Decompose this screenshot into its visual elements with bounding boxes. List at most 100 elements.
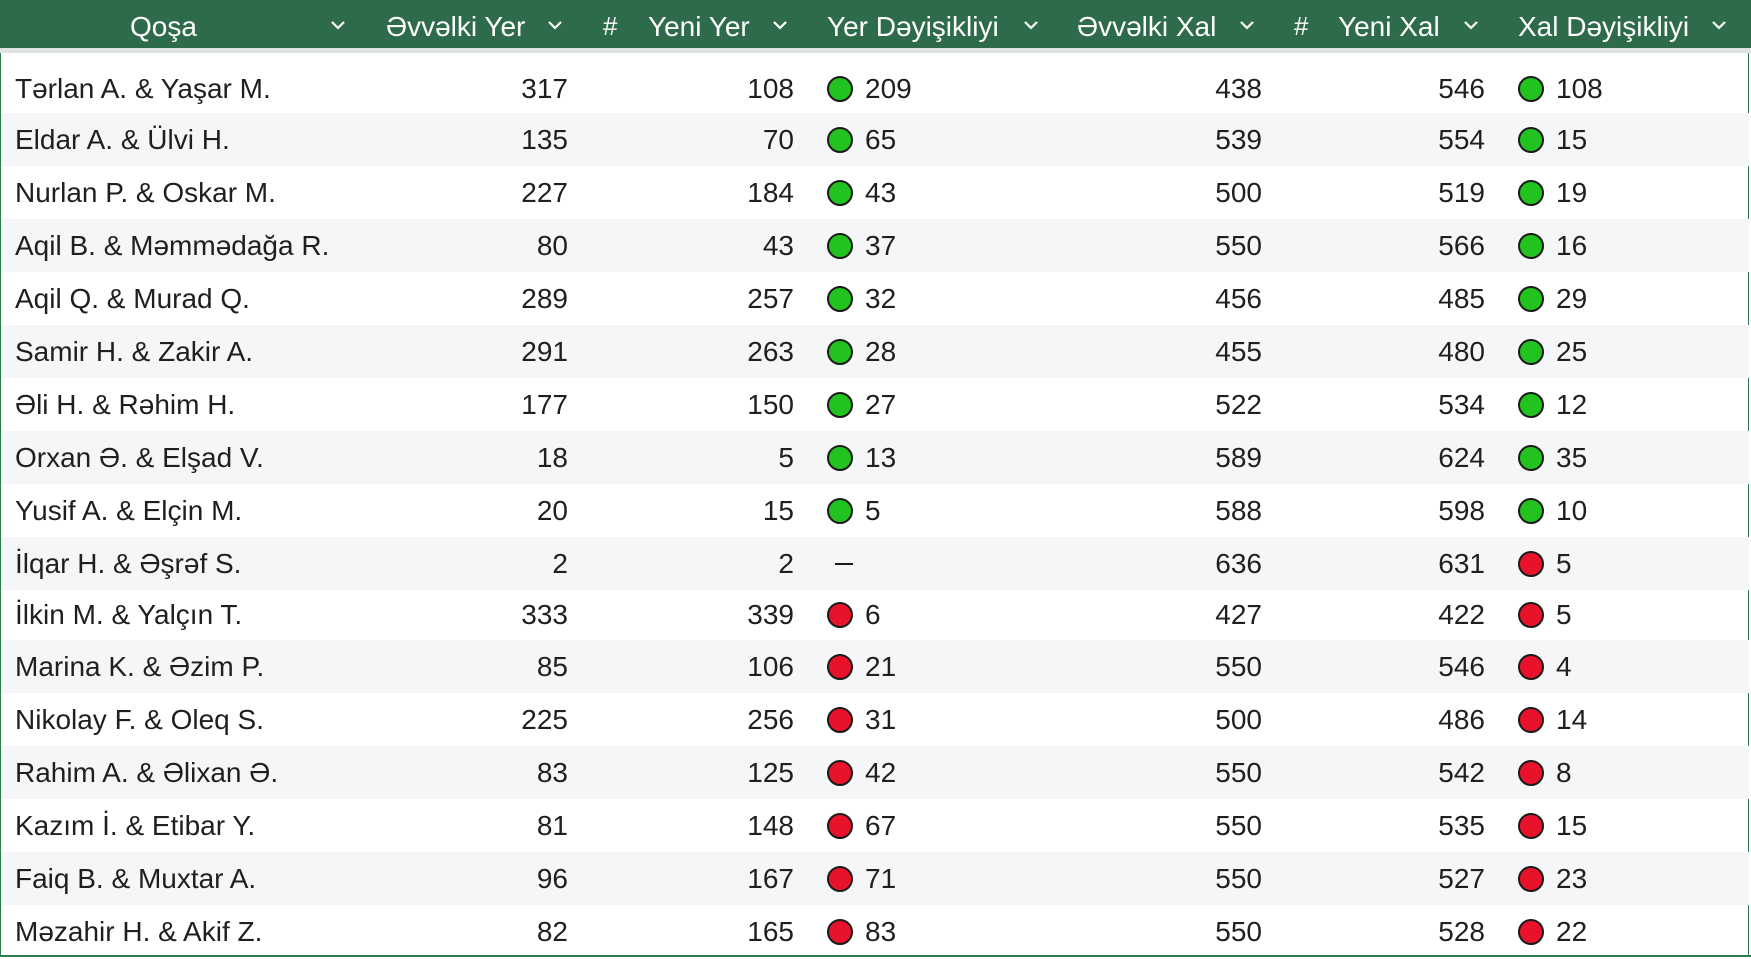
table-row[interactable]: Tərlan A. & Yaşar M. 317 108 209 438 546 108 <box>1 62 1749 115</box>
green-dot-icon <box>827 126 853 153</box>
column-header-new-rank[interactable]: Yeni Yer <box>648 0 750 53</box>
table-row[interactable]: Əli H. & Rəhim H. 177 150 27 522 534 12 <box>1 378 1749 431</box>
prev-rank-value: 20 <box>536 494 568 526</box>
score-change-cell: 8 <box>1518 746 1738 799</box>
new-rank-value: 15 <box>762 494 794 526</box>
rank-change-value: 31 <box>865 703 897 735</box>
new-score-value: 542 <box>1438 756 1485 788</box>
red-dot-icon <box>827 812 853 839</box>
new-rank-value: 108 <box>747 72 794 104</box>
table-row[interactable]: Faiq B. & Muxtar A. 96 167 71 550 527 23 <box>1 852 1749 905</box>
pair-name: Kazım İ. & Etibar Y. <box>15 809 256 841</box>
prev-rank-value: 80 <box>536 229 568 261</box>
table-row[interactable]: Marina K. & Əzim P. 85 106 21 550 546 4 <box>1 640 1749 693</box>
prev-score-value: 589 <box>1215 441 1262 473</box>
table-row[interactable]: Yusif A. & Elçin M. 20 15 5 588 598 10 <box>1 484 1749 537</box>
green-dot-icon <box>1518 285 1544 312</box>
green-dot-icon <box>827 285 853 312</box>
chevron-down-icon[interactable] <box>1462 16 1480 34</box>
pair-name: İlqar H. & Əşrəf S. <box>15 547 242 579</box>
new-score-value: 624 <box>1438 441 1485 473</box>
score-change-cell: 15 <box>1518 799 1738 852</box>
rank-change-cell: 27 <box>827 378 1047 431</box>
table-row[interactable]: İlqar H. & Əşrəf S. 2 2 636 631 5 <box>1 537 1749 590</box>
table-row[interactable]: Nurlan P. & Oskar M. 227 184 43 500 519 19 <box>1 166 1749 219</box>
column-header-new-score[interactable]: Yeni Xal <box>1338 0 1440 53</box>
score-change-cell: 108 <box>1518 62 1738 115</box>
prev-score-value: 522 <box>1215 388 1262 420</box>
rank-change-value: 71 <box>865 862 897 894</box>
rank-change-value: 209 <box>865 72 912 104</box>
chevron-down-icon[interactable] <box>329 16 347 34</box>
pair-name: Aqil B. & Məmmədağa R. <box>15 229 330 261</box>
column-header-rank-change[interactable]: Yer Dəyişikliyi <box>827 0 999 53</box>
chevron-down-icon[interactable] <box>1710 16 1728 34</box>
prev-score-value: 550 <box>1215 756 1262 788</box>
score-change-cell: 23 <box>1518 852 1738 905</box>
prev-rank-value: 177 <box>521 388 568 420</box>
rank-change-cell: 42 <box>827 746 1047 799</box>
pair-name: Aqil Q. & Murad Q. <box>15 282 250 314</box>
column-header-prev-rank[interactable]: Əvvəlki Yer <box>386 0 525 53</box>
new-score-value: 534 <box>1438 388 1485 420</box>
red-dot-icon <box>1518 602 1544 628</box>
score-change-value: 29 <box>1556 282 1588 314</box>
score-change-value: 16 <box>1556 229 1588 261</box>
green-dot-icon <box>1518 338 1544 365</box>
score-change-cell: 14 <box>1518 693 1738 746</box>
green-dot-icon <box>827 497 853 524</box>
pair-name: Faiq B. & Muxtar A. <box>15 862 257 894</box>
red-dot-icon <box>1518 759 1544 786</box>
table-row[interactable]: Orxan Ə. & Elşad V. 18 5 13 589 624 35 <box>1 431 1749 484</box>
table-row[interactable]: Məzahir H. & Akif Z. 82 165 83 550 528 22 <box>1 905 1749 958</box>
table-row[interactable]: Aqil B. & Məmmədağa R. 80 43 37 550 566 16 <box>1 219 1749 272</box>
score-change-value: 23 <box>1556 862 1588 894</box>
new-score-value: 631 <box>1438 547 1485 579</box>
new-score-value: 554 <box>1438 123 1485 155</box>
table-row[interactable]: Aqil Q. & Murad Q. 289 257 32 456 485 29 <box>1 272 1749 325</box>
prev-score-value: 456 <box>1215 282 1262 314</box>
prev-rank-value: 135 <box>521 123 568 155</box>
new-rank-value: 150 <box>747 388 794 420</box>
chevron-down-icon[interactable] <box>1022 16 1040 34</box>
score-change-cell: 22 <box>1518 905 1738 958</box>
rank-change-cell: 21 <box>827 640 1047 693</box>
score-change-value: 5 <box>1556 547 1572 579</box>
pair-name: Eldar A. & Ülvi H. <box>15 123 230 155</box>
score-change-value: 35 <box>1556 441 1588 473</box>
rank-change-cell: 31 <box>827 693 1047 746</box>
pair-name: İlkin M. & Yalçın T. <box>15 599 243 630</box>
score-change-value: 108 <box>1556 72 1603 104</box>
score-change-cell: 5 <box>1518 537 1738 590</box>
pair-name: Yusif A. & Elçin M. <box>15 494 243 526</box>
column-header-score-change[interactable]: Xal Dəyişikliyi <box>1518 0 1689 53</box>
chevron-down-icon[interactable] <box>546 16 564 34</box>
rank-change-value: 65 <box>865 123 897 155</box>
chevron-down-icon[interactable] <box>771 16 789 34</box>
score-change-value: 25 <box>1556 335 1588 367</box>
table-header: Qoşa Əvvəlki Yer # Yeni Yer Yer Dəyişikl… <box>0 0 1751 53</box>
prev-rank-value: 18 <box>536 441 568 473</box>
red-dot-icon <box>827 865 853 892</box>
score-change-cell: 12 <box>1518 378 1738 431</box>
column-header-prev-score[interactable]: Əvvəlki Xal <box>1077 0 1216 53</box>
chevron-down-icon[interactable] <box>1238 16 1256 34</box>
pair-name: Məzahir H. & Akif Z. <box>15 915 263 947</box>
red-dot-icon <box>1518 865 1544 892</box>
table-row[interactable]: İlkin M. & Yalçın T. 333 339 6 427 422 5 <box>1 590 1749 640</box>
prev-score-value: 588 <box>1215 494 1262 526</box>
column-header-prev-rank-label: Əvvəlki Yer <box>386 10 526 42</box>
new-rank-value: 2 <box>778 547 794 579</box>
new-score-value: 527 <box>1438 862 1485 894</box>
table-row[interactable]: Kazım İ. & Etibar Y. 81 148 67 550 535 15 <box>1 799 1749 852</box>
new-rank-value: 70 <box>762 123 794 155</box>
table-row[interactable]: Eldar A. & Ülvi H. 135 70 65 539 554 15 <box>1 113 1749 166</box>
table-row[interactable]: Samir H. & Zakir A. 291 263 28 455 480 25 <box>1 325 1749 378</box>
prev-score-value: 500 <box>1215 176 1262 208</box>
prev-rank-value: 317 <box>521 72 568 104</box>
table-row[interactable]: Nikolay F. & Oleq S. 225 256 31 500 486 14 <box>1 693 1749 746</box>
new-score-value: 422 <box>1438 599 1485 630</box>
table-row[interactable]: Rahim A. & Əlixan Ə. 83 125 42 550 542 8 <box>1 746 1749 799</box>
score-change-value: 8 <box>1556 756 1572 788</box>
column-header-pair[interactable]: Qoşa <box>130 0 197 53</box>
